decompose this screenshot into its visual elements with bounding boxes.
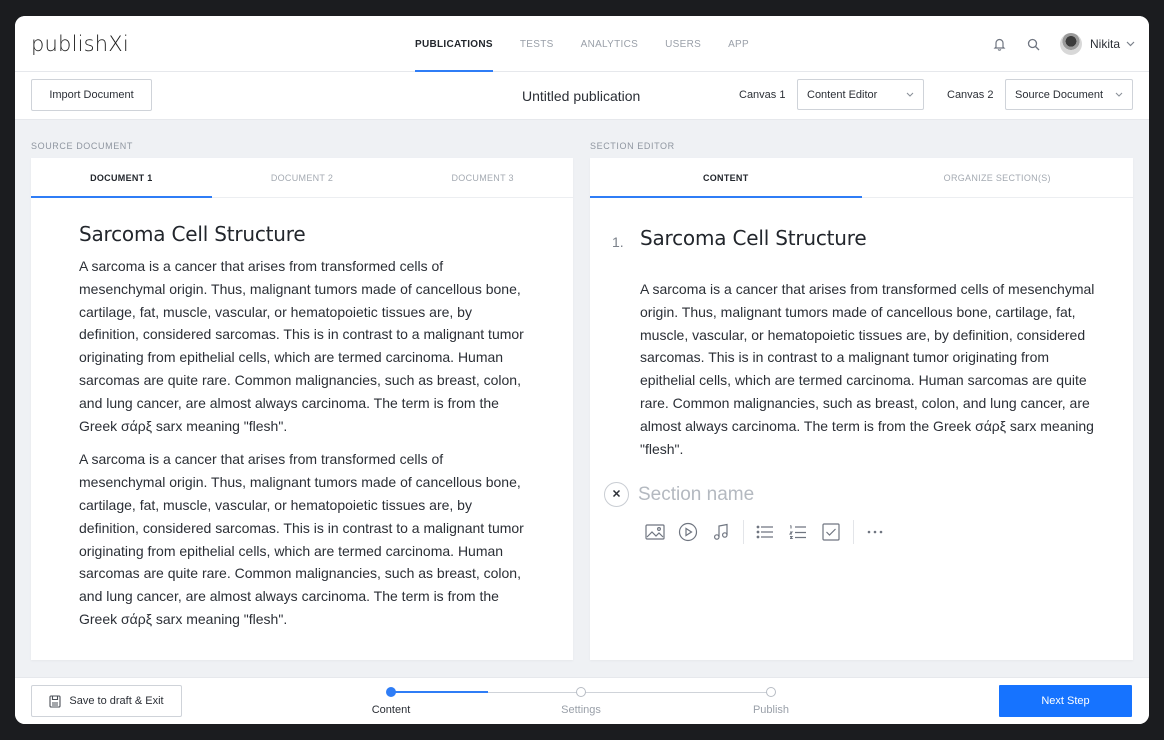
bell-icon[interactable]	[992, 36, 1008, 52]
source-document-tabs: DOCUMENT 1 DOCUMENT 2 DOCUMENT 3	[31, 158, 573, 198]
canvas-2-value: Source Document	[1015, 89, 1104, 101]
close-section-button[interactable]	[604, 482, 629, 507]
save-icon	[49, 694, 61, 708]
publication-toolbar: Import Document Untitled publication Can…	[15, 72, 1149, 120]
chevron-down-icon[interactable]	[1126, 39, 1135, 49]
nav-tab-app[interactable]: APP	[728, 16, 749, 72]
tab-content[interactable]: CONTENT	[590, 158, 862, 198]
next-step-button[interactable]: Next Step	[999, 685, 1132, 717]
bullet-list-icon[interactable]	[752, 519, 778, 545]
source-document-title: Sarcoma Cell Structure	[79, 222, 306, 246]
step-progress-remaining	[488, 692, 771, 693]
source-paragraph: A sarcoma is a cancer that arises from t…	[79, 258, 524, 434]
section-body[interactable]: A sarcoma is a cancer that arises from t…	[640, 278, 1102, 460]
tab-document-3[interactable]: DOCUMENT 3	[392, 158, 573, 197]
top-navigation: publishXi PUBLICATIONS TESTS ANALYTICS U…	[15, 16, 1149, 72]
tab-document-1[interactable]: DOCUMENT 1	[31, 158, 212, 198]
step-label-settings[interactable]: Settings	[541, 704, 621, 716]
source-document-panel: DOCUMENT 1 DOCUMENT 2 DOCUMENT 3 Sarcoma…	[31, 158, 573, 660]
section-editor-panel: CONTENT ORGANIZE SECTION(S) 1. Sarcoma C…	[590, 158, 1133, 660]
search-icon[interactable]	[1026, 36, 1042, 52]
nav-tab-publications[interactable]: PUBLICATIONS	[415, 16, 493, 72]
more-icon[interactable]	[862, 519, 888, 545]
numbered-list-icon[interactable]	[785, 519, 811, 545]
toolbar-divider	[853, 520, 854, 544]
source-document-label: SOURCE DOCUMENT	[31, 141, 134, 151]
import-document-button[interactable]: Import Document	[31, 79, 152, 111]
step-label-publish[interactable]: Publish	[731, 704, 811, 716]
canvas-2-label: Canvas 2	[947, 89, 994, 101]
chevron-down-icon	[906, 80, 914, 110]
section-editor-tabs: CONTENT ORGANIZE SECTION(S)	[590, 158, 1133, 198]
source-document-content: Sarcoma Cell Structure A sarcoma is a ca…	[79, 222, 529, 642]
source-paragraph: A sarcoma is a cancer that arises from t…	[79, 451, 524, 627]
step-dot-content[interactable]	[386, 687, 396, 697]
nav-tab-analytics[interactable]: ANALYTICS	[581, 16, 639, 72]
footer-bar: Save to draft & Exit Content Settings Pu…	[15, 677, 1149, 724]
section-title[interactable]: Sarcoma Cell Structure	[640, 226, 867, 250]
step-label-content[interactable]: Content	[351, 704, 431, 716]
content-insert-toolbar	[642, 518, 895, 546]
save-draft-exit-label: Save to draft & Exit	[69, 695, 164, 707]
app-window: publishXi PUBLICATIONS TESTS ANALYTICS U…	[15, 16, 1149, 724]
avatar[interactable]	[1059, 33, 1082, 55]
publication-title[interactable]: Untitled publication	[522, 88, 640, 104]
nav-tab-users[interactable]: USERS	[665, 16, 701, 72]
tab-organize-sections[interactable]: ORGANIZE SECTION(S)	[862, 158, 1134, 197]
canvas-1-value: Content Editor	[807, 89, 878, 101]
app-logo[interactable]: publishXi	[31, 32, 129, 56]
canvas-2-select[interactable]: Source Document	[1005, 79, 1133, 110]
section-name-input[interactable]	[638, 482, 1078, 508]
main-nav-tabs: PUBLICATIONS TESTS ANALYTICS USERS APP	[415, 16, 776, 72]
checkbox-icon[interactable]	[818, 519, 844, 545]
section-editor-label: SECTION EDITOR	[590, 141, 675, 151]
user-name[interactable]: Nikita	[1090, 37, 1120, 51]
close-icon	[612, 489, 621, 501]
section-number: 1.	[612, 234, 624, 250]
audio-icon[interactable]	[708, 519, 734, 545]
chevron-down-icon	[1115, 80, 1123, 110]
toolbar-divider	[743, 520, 744, 544]
nav-tab-tests[interactable]: TESTS	[520, 16, 554, 72]
video-icon[interactable]	[675, 519, 701, 545]
image-icon[interactable]	[642, 519, 668, 545]
step-dot-publish[interactable]	[766, 687, 776, 697]
tab-document-2[interactable]: DOCUMENT 2	[212, 158, 393, 197]
save-draft-exit-button[interactable]: Save to draft & Exit	[31, 685, 182, 717]
nav-right-controls: Nikita	[974, 16, 1135, 72]
step-dot-settings[interactable]	[576, 687, 586, 697]
step-progress-done	[391, 691, 488, 693]
canvas-1-select[interactable]: Content Editor	[797, 79, 924, 110]
canvas-1-label: Canvas 1	[739, 89, 786, 101]
